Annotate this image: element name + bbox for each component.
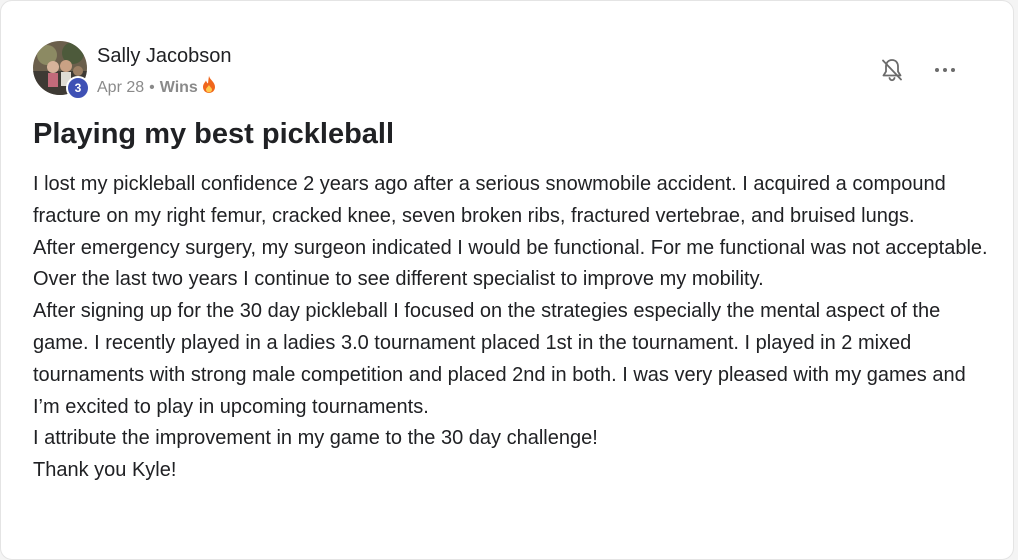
post-date[interactable]: Apr 28 <box>97 78 144 98</box>
body-paragraph: I lost my pickleball confidence 2 years … <box>33 173 946 227</box>
more-options-button[interactable] <box>929 59 961 81</box>
post-body: I lost my pickleball confidence 2 years … <box>33 169 993 487</box>
body-paragraph: Thank you Kyle! <box>33 459 177 482</box>
body-paragraph: After signing up for the 30 day pickleba… <box>33 300 966 418</box>
post-meta: Apr 28 • Wins <box>97 76 216 99</box>
post-card: 3 Sally Jacobson Apr 28 • Wins Playing m… <box>0 0 1014 560</box>
more-dot <box>943 68 947 72</box>
level-badge: 3 <box>66 76 90 100</box>
more-dot <box>935 68 939 72</box>
author-name[interactable]: Sally Jacobson <box>97 44 232 68</box>
post-title: Playing my best pickleball <box>33 118 395 150</box>
meta-separator: • <box>149 78 155 96</box>
author-avatar[interactable]: 3 <box>33 41 90 100</box>
post-category[interactable]: Wins <box>160 78 198 98</box>
bell-off-icon[interactable] <box>879 57 905 83</box>
more-dot <box>951 68 955 72</box>
body-paragraph: After emergency surgery, my surgeon indi… <box>33 236 988 291</box>
body-paragraph: I attribute the improvement in my game t… <box>33 427 598 450</box>
fire-icon <box>202 76 216 99</box>
